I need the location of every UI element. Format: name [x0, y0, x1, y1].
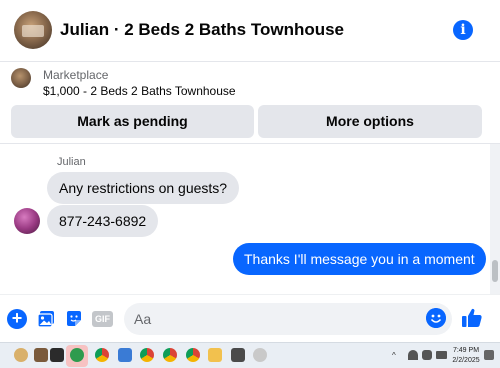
wifi-icon[interactable]: [408, 350, 418, 360]
conversation-title[interactable]: Julian · 2 Beds 2 Baths Townhouse: [60, 20, 344, 40]
calculator-icon[interactable]: [231, 348, 245, 362]
chrome-profile-2-icon[interactable]: [163, 348, 177, 362]
clock-time: 7:49 PM: [452, 347, 480, 354]
file-explorer-icon[interactable]: [208, 348, 222, 362]
battery-icon[interactable]: [436, 351, 447, 359]
task-view-icon[interactable]: [50, 348, 64, 362]
conversation-header: Julian · 2 Beds 2 Baths Townhouse i: [0, 0, 500, 62]
marketplace-card: Marketplace $1,000 - 2 Beds 2 Baths Town…: [0, 62, 500, 144]
gif-icon[interactable]: GIF: [92, 311, 113, 327]
weather-icon[interactable]: [14, 348, 28, 362]
windows-taskbar: ^ 7:49 PM 2/2/2025: [0, 342, 500, 368]
contact-avatar[interactable]: [14, 11, 52, 49]
chat-scrollbar[interactable]: [490, 144, 500, 294]
message-composer: + GIF: [0, 294, 500, 342]
sticker-icon[interactable]: [64, 309, 84, 329]
chrome-icon[interactable]: [95, 348, 109, 362]
chrome-profile-3-icon[interactable]: [186, 348, 200, 362]
messenger-window: Julian · 2 Beds 2 Baths Townhouse i Mark…: [0, 0, 500, 368]
volume-icon[interactable]: [422, 350, 432, 360]
whatsapp-icon[interactable]: [70, 348, 84, 362]
chrome-profile-icon[interactable]: [140, 348, 154, 362]
outgoing-message[interactable]: Thanks I'll message you in a moment: [233, 243, 486, 275]
app-icon[interactable]: [253, 348, 267, 362]
mark-as-pending-button[interactable]: Mark as pending: [11, 105, 254, 138]
plus-icon[interactable]: +: [7, 309, 27, 329]
emoji-icon[interactable]: [426, 308, 446, 328]
incoming-message[interactable]: Any restrictions on guests?: [47, 172, 240, 204]
listing-title[interactable]: $1,000 - 2 Beds 2 Baths Townhouse: [43, 84, 236, 98]
thumbs-up-icon[interactable]: [461, 307, 483, 329]
notepad-icon[interactable]: [118, 348, 132, 362]
sender-avatar[interactable]: [14, 208, 40, 234]
marketplace-label: Marketplace: [43, 68, 109, 82]
sender-name: Julian: [57, 156, 86, 168]
info-icon[interactable]: i: [453, 20, 473, 40]
incoming-message[interactable]: 877-243-6892: [47, 205, 159, 237]
more-options-button[interactable]: More options: [258, 105, 482, 138]
taskbar-clock[interactable]: 7:49 PM 2/2/2025: [451, 346, 481, 366]
listing-thumbnail[interactable]: [11, 68, 31, 88]
scrollbar-thumb[interactable]: [492, 260, 498, 282]
message-thread: Julian Any restrictions on guests? 877-2…: [0, 144, 490, 294]
show-hidden-icons[interactable]: ^: [392, 351, 396, 360]
photo-icon[interactable]: [36, 309, 56, 329]
widgets-icon[interactable]: [34, 348, 48, 362]
message-input[interactable]: [124, 303, 452, 335]
clock-date: 2/2/2025: [452, 357, 480, 364]
notification-icon[interactable]: [484, 350, 494, 360]
